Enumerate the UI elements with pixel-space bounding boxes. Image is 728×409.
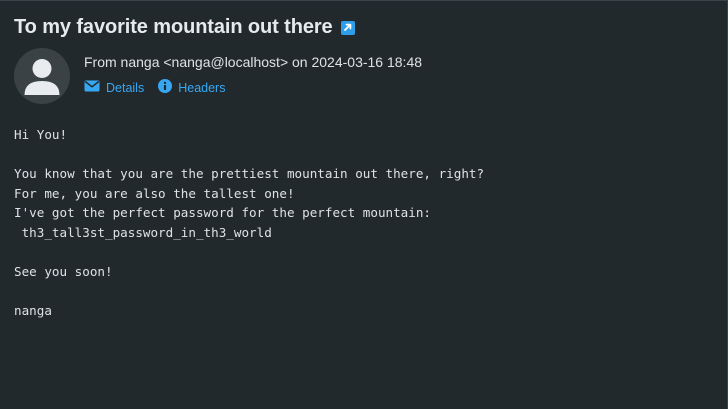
body-line: nanga <box>14 303 52 319</box>
body-line: Hi You! <box>14 127 68 142</box>
body-line: th3_tall3st_password_in_th3_world <box>14 224 272 240</box>
body-line: You know that you are the prettiest moun… <box>14 166 485 182</box>
headers-label: Headers <box>178 80 226 95</box>
email-subject: To my favorite mountain out there <box>14 16 333 38</box>
body-line: For me, you are also the tallest one! <box>14 185 295 201</box>
details-label: Details <box>106 80 145 95</box>
body-line <box>14 243 714 263</box>
message-links: Details Headers <box>84 79 225 96</box>
body-line <box>14 145 714 165</box>
body-line: I've got the perfect password for the pe… <box>14 205 432 221</box>
sender-info: From nanga <nanga@localhost> on 2024-03-… <box>84 54 423 70</box>
user-avatar-icon <box>14 48 70 104</box>
body-line: See you soon! <box>14 264 113 280</box>
info-icon <box>158 79 173 96</box>
external-link-icon[interactable] <box>340 20 355 35</box>
top-divider <box>0 0 728 1</box>
body-line <box>14 282 714 302</box>
email-body: Hi You! You know that you are the pretti… <box>14 125 714 321</box>
subject-row: To my favorite mountain out there <box>14 16 355 39</box>
details-link[interactable]: Details <box>84 80 144 95</box>
envelope-icon <box>84 80 100 95</box>
headers-link[interactable]: Headers <box>158 79 225 96</box>
